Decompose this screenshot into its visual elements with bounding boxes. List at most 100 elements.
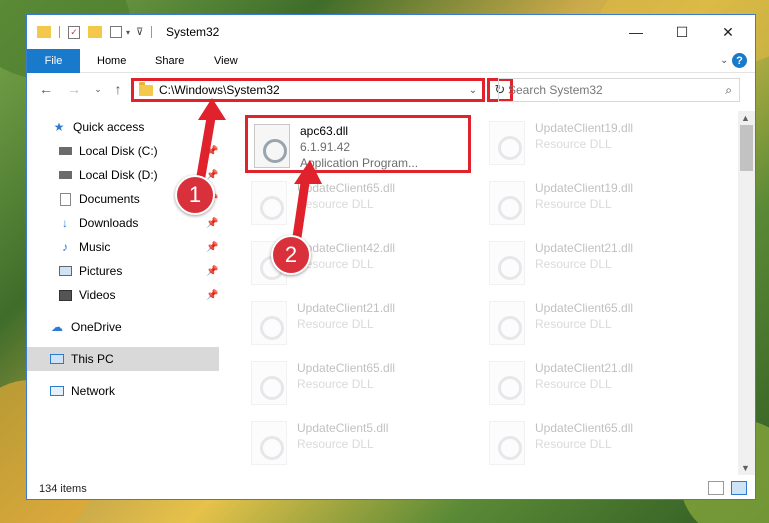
address-bar[interactable]: C:\Windows\System32 ⌄ — [131, 78, 485, 102]
navigation-bar: ← → ⌄ ↑ C:\Windows\System32 ⌄ ↻ Search S… — [27, 75, 755, 105]
folder-icon[interactable] — [37, 26, 51, 38]
tab-share[interactable]: Share — [155, 49, 184, 73]
search-input[interactable]: Search System32 ⌕ — [498, 78, 740, 102]
file-type: Resource DLL — [535, 257, 612, 271]
file-type: Resource DLL — [535, 377, 612, 391]
file-name: UpdateClient21.dll — [535, 361, 634, 375]
file-name: UpdateClient65.dll — [535, 301, 634, 315]
status-bar: 134 items — [27, 477, 755, 499]
sidebar-item-pictures[interactable]: Pictures 📌 — [27, 259, 219, 283]
file-version: 6.1.91.42 — [300, 140, 351, 154]
back-arrow-icon[interactable]: ← — [37, 80, 55, 98]
new-folder-icon[interactable] — [88, 26, 102, 38]
sidebar-item-onedrive[interactable]: ☁ OneDrive — [27, 315, 219, 339]
file-item[interactable]: UpdateClient19.dll Resource DLL — [483, 115, 703, 171]
explorer-window: ✓ ▾ ⊽ System32 — ☐ ✕ File Home Share Vie… — [26, 14, 756, 500]
sidebar-item-quick-access[interactable]: ★ Quick access — [27, 115, 219, 139]
title-bar: ✓ ▾ ⊽ System32 — ☐ ✕ — [27, 15, 755, 49]
chevron-down-icon[interactable]: ⌄ — [464, 85, 482, 96]
quick-access-toolbar: ✓ ▾ ⊽ — [37, 24, 153, 40]
search-icon[interactable]: ⌕ — [725, 83, 732, 98]
tab-view[interactable]: View — [214, 49, 238, 73]
step-2-badge: 2 — [271, 235, 311, 275]
file-name: UpdateClient21.dll — [535, 241, 634, 255]
folder-icon — [139, 81, 153, 96]
scrollbar-thumb[interactable] — [740, 125, 753, 171]
up-arrow-icon[interactable]: ↑ — [109, 80, 127, 98]
file-type: Resource DLL — [535, 137, 612, 151]
file-item[interactable]: UpdateClient65.dll Resource DLL — [245, 355, 465, 411]
pin-icon: 📌 — [206, 241, 219, 253]
scroll-up-icon[interactable]: ▲ — [741, 113, 750, 123]
help-button[interactable]: ? — [732, 53, 747, 68]
sidebar-item-music[interactable]: ♪ Music 📌 — [27, 235, 219, 259]
search-placeholder: Search System32 — [508, 83, 603, 97]
customize-toolbar-icon[interactable]: ⊽ — [136, 27, 143, 38]
minimize-button[interactable]: — — [613, 15, 659, 49]
view-options-icon[interactable] — [110, 26, 122, 38]
divider — [151, 26, 153, 38]
details-view-icon[interactable] — [708, 481, 724, 495]
chevron-down-icon[interactable]: ▾ — [126, 28, 130, 37]
pictures-icon — [57, 263, 73, 279]
file-name: UpdateClient65.dll — [535, 421, 634, 435]
sidebar-item-label: Documents — [79, 192, 140, 206]
file-item-apc63[interactable]: apc63.dll 6.1.91.42 Application Program.… — [245, 115, 471, 173]
network-icon — [49, 383, 65, 399]
item-count: 134 items — [39, 483, 87, 495]
sidebar-item-network[interactable]: Network — [27, 379, 219, 403]
file-type: Resource DLL — [297, 317, 374, 331]
sidebar-item-label: Downloads — [79, 216, 139, 230]
maximize-button[interactable]: ☐ — [659, 15, 705, 49]
dll-file-icon — [489, 121, 525, 165]
sidebar-item-label: OneDrive — [71, 320, 122, 334]
music-icon: ♪ — [62, 240, 68, 254]
sidebar-item-label: Network — [71, 384, 116, 398]
file-item[interactable]: UpdateClient65.dll Resource DLL — [483, 295, 703, 351]
recent-locations-icon[interactable]: ⌄ — [89, 80, 107, 98]
videos-icon — [57, 287, 73, 303]
sidebar-item-label: Videos — [79, 288, 116, 302]
file-item[interactable]: UpdateClient19.dll Resource DLL — [483, 175, 703, 231]
dll-file-icon — [251, 301, 287, 345]
pin-icon: 📌 — [206, 265, 219, 277]
file-item[interactable]: UpdateClient65.dll Resource DLL — [245, 175, 465, 231]
dll-file-icon — [251, 181, 287, 225]
address-path[interactable]: C:\Windows\System32 — [159, 83, 464, 97]
large-icons-view-icon[interactable] — [731, 481, 747, 495]
sidebar-item-label: Quick access — [73, 120, 145, 134]
file-name: UpdateClient5.dll — [297, 421, 389, 435]
vertical-scrollbar[interactable]: ▲ ▼ — [738, 111, 755, 475]
tab-file[interactable]: File — [27, 49, 80, 73]
dll-file-icon — [251, 361, 287, 405]
dll-file-icon — [251, 421, 287, 465]
tab-home[interactable]: Home — [97, 49, 126, 73]
sidebar-item-label: Local Disk (D:) — [79, 168, 158, 182]
file-item[interactable]: UpdateClient21.dll Resource DLL — [245, 295, 465, 351]
file-type: Application Program... — [300, 156, 419, 170]
sidebar-item-videos[interactable]: Videos 📌 — [27, 283, 219, 307]
forward-arrow-icon[interactable]: → — [65, 80, 83, 98]
sidebar-item-label: Local Disk (C:) — [79, 144, 158, 158]
file-item[interactable]: UpdateClient21.dll Resource DLL — [483, 355, 703, 411]
dll-file-icon — [489, 241, 525, 285]
file-item[interactable]: UpdateClient5.dll Resource DLL — [245, 415, 465, 471]
file-type: Resource DLL — [535, 317, 612, 331]
file-type: Resource DLL — [297, 377, 374, 391]
file-item[interactable]: UpdateClient65.dll Resource DLL — [483, 415, 703, 471]
file-type: Resource DLL — [535, 437, 612, 451]
divider — [59, 26, 60, 38]
scroll-down-icon[interactable]: ▼ — [741, 463, 750, 473]
close-button[interactable]: ✕ — [705, 15, 751, 49]
sidebar-item-local-disk-c[interactable]: Local Disk (C:) 📌 — [27, 139, 219, 163]
properties-icon[interactable]: ✓ — [68, 25, 80, 39]
expand-ribbon-icon[interactable]: ⌄ — [720, 55, 728, 66]
file-list: apc63.dll 6.1.91.42 Application Program.… — [223, 111, 737, 481]
step-1-badge: 1 — [175, 175, 215, 215]
file-item[interactable]: UpdateClient21.dll Resource DLL — [483, 235, 703, 291]
drive-icon — [57, 167, 73, 183]
pin-icon: 📌 — [206, 145, 219, 157]
sidebar-item-label: Music — [79, 240, 111, 254]
sidebar-item-this-pc[interactable]: This PC — [27, 347, 219, 371]
dll-file-icon — [489, 181, 525, 225]
